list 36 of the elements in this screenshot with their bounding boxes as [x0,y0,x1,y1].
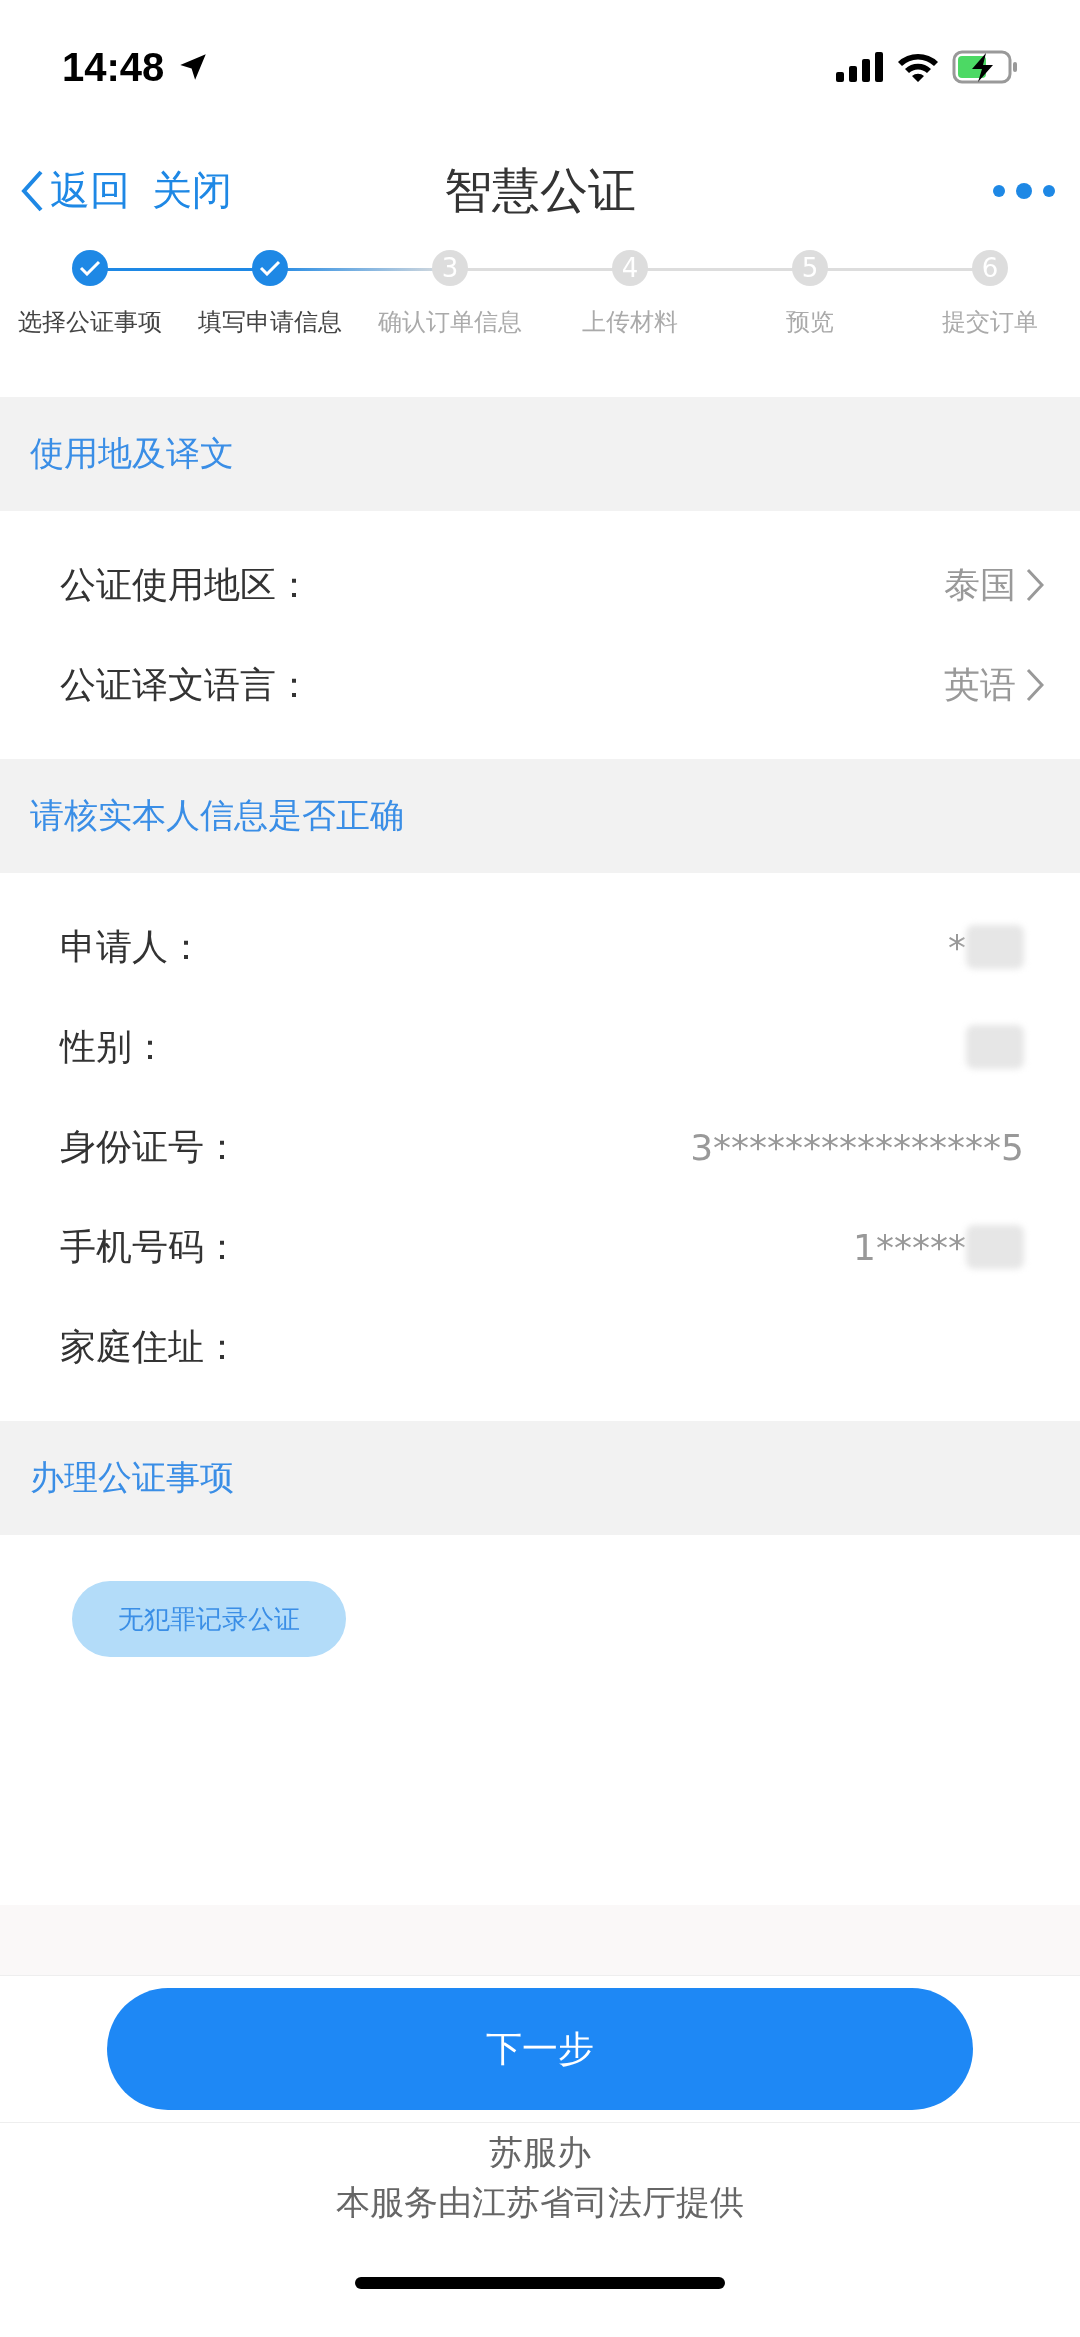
more-icon[interactable] [992,180,1056,201]
signal-icon [836,52,884,83]
step-label: 上传材料 [582,307,678,339]
back-chevron-icon [20,168,44,213]
step-label: 预览 [786,307,834,339]
footer-text: 本服务由江苏省司法厅提供 [336,2181,744,2224]
field-value: * [948,926,966,968]
step-label: 选择公证事项 [18,307,162,339]
chevron-right-icon [1026,568,1044,602]
close-link[interactable]: 关闭 [152,163,232,219]
status-time: 14:48 [62,45,165,90]
select-value[interactable]: 英语 [944,660,1044,710]
field-label: 申请人： [60,924,204,969]
field-label: 性别： [60,1024,168,1069]
field-value: 1***** [853,1226,966,1268]
field-label: 身份证号： [60,1124,240,1169]
field-label: 公证使用地区： [60,562,312,607]
field-label: 公证译文语言： [60,662,312,707]
field-label: 手机号码： [60,1224,240,1269]
item-chip[interactable]: 无犯罪记录公证 [72,1581,346,1657]
field-value: 3****************5 [690,1126,1024,1168]
chevron-right-icon [1026,668,1044,702]
next-button[interactable]: 下一步 [107,1988,973,2110]
step-label: 提交订单 [942,307,1038,339]
section-heading: 使用地及译文 [30,432,234,475]
section-heading: 请核实本人信息是否正确 [30,794,404,837]
page-title: 智慧公证 [444,161,636,218]
battery-charging-icon [952,50,1018,85]
back-link[interactable]: 返回 [20,163,130,219]
field-label: 家庭住址： [60,1324,240,1369]
step-label: 填写申请信息 [198,307,342,339]
wifi-icon [896,51,940,84]
select-value[interactable]: 泰国 [944,560,1044,610]
section-heading: 办理公证事项 [30,1456,234,1499]
footer-text: 苏服办 [489,2131,591,2174]
step-label: 确认订单信息 [378,307,522,339]
